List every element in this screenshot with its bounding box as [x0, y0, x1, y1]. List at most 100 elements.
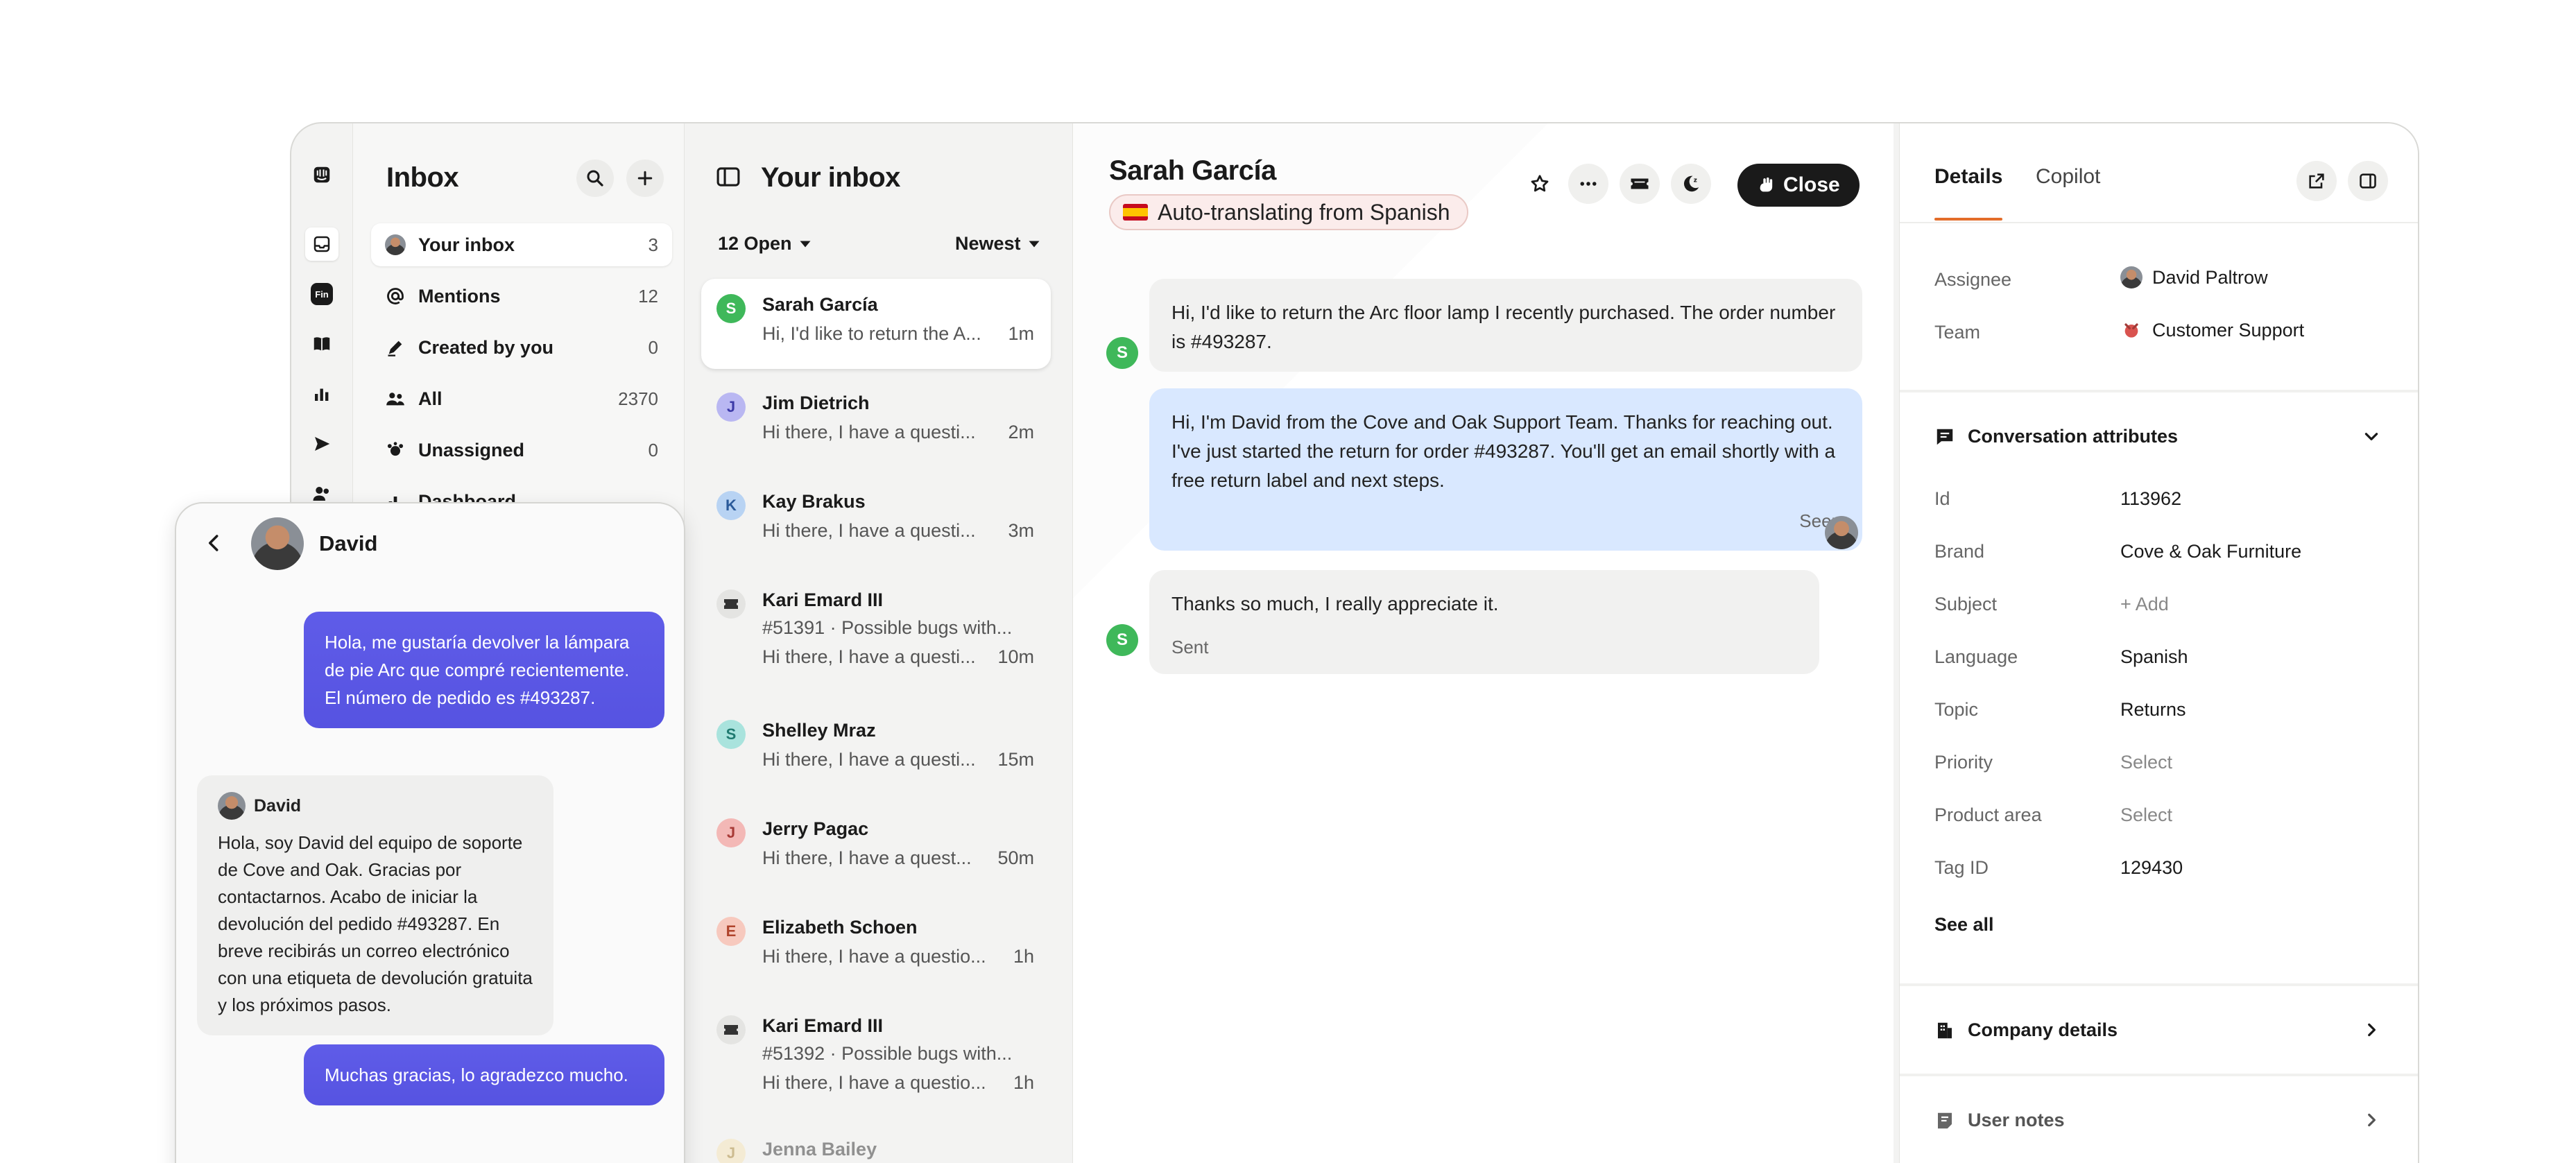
nav-unassigned[interactable]: Unassigned 0: [371, 429, 672, 472]
message-sender: David: [218, 792, 533, 820]
attribute-value[interactable]: 129430: [2120, 857, 2183, 879]
conversation-list: Your inbox 12 Open Newest S Sarah García…: [684, 123, 1067, 1163]
attribute-value[interactable]: Select: [2120, 752, 2172, 773]
snooze-button[interactable]: z: [1671, 164, 1711, 204]
assignee-value[interactable]: David Paltrow: [2120, 266, 2268, 288]
conversation-time: 3m: [1008, 520, 1034, 541]
reports-icon[interactable]: [309, 381, 334, 406]
conversation-item[interactable]: Kari Emard III #51391 · Possible bugs wi…: [701, 574, 1051, 692]
contact-avatar: S: [716, 720, 746, 749]
logo-icon[interactable]: [309, 162, 334, 187]
conversation-preview: Hi there, I have a questi...: [762, 749, 976, 770]
chevron-right-icon[interactable]: [2362, 1021, 2380, 1039]
spain-flag-icon: [1123, 204, 1148, 221]
assignee-avatar: [2120, 266, 2143, 288]
tab-copilot[interactable]: Copilot: [2036, 165, 2100, 189]
conversation-preview: Hi there, I have a questio...: [762, 946, 986, 967]
ticket-button[interactable]: [1620, 164, 1660, 204]
fin-icon[interactable]: Fin: [309, 282, 334, 307]
book-icon[interactable]: [309, 331, 334, 356]
user-message: Hola, me gustaría devolver la lámpara de…: [304, 612, 664, 728]
attribute-label: Brand: [1934, 541, 1985, 562]
nav-mentions[interactable]: Mentions 12: [371, 275, 672, 318]
conversation-time: 1m: [1008, 323, 1034, 344]
conversation-item[interactable]: J Jim Dietrich Hi there, I have a questi…: [701, 377, 1051, 467]
close-hand-icon: [1760, 177, 1773, 192]
conversation-ticket: #51392 · Possible bugs with...: [762, 1043, 1013, 1064]
back-arrow-icon[interactable]: [204, 533, 225, 553]
sort-label: Newest: [955, 233, 1021, 254]
divider: [1900, 222, 2418, 223]
team-emoji-icon: [2124, 323, 2138, 338]
conversation-item[interactable]: E Elizabeth Schoen Hi there, I have a qu…: [701, 902, 1051, 992]
see-all-link[interactable]: See all: [1934, 914, 1994, 936]
sort-dropdown[interactable]: Newest: [955, 233, 1040, 255]
attribute-label: Priority: [1934, 752, 1993, 773]
conversation-item[interactable]: J Jenna Bailey: [701, 1129, 1051, 1163]
message-text: Thanks so much, I really appreciate it.: [1171, 593, 1499, 614]
conversation-item[interactable]: S Sarah García Hi, I'd like to return th…: [701, 279, 1051, 369]
conversation-name: Jim Dietrich: [762, 393, 870, 413]
ticket-icon: [716, 1015, 746, 1044]
attribute-value[interactable]: 113962: [2120, 488, 2181, 510]
chevron-down-icon[interactable]: [2362, 427, 2380, 445]
conversation-attributes-header[interactable]: Conversation attributes: [1934, 426, 2178, 447]
section-title: User notes: [1968, 1110, 2065, 1130]
conversation-name: Kari Emard III: [762, 1015, 884, 1036]
translation-badge[interactable]: Auto-translating from Spanish: [1109, 194, 1468, 230]
sender-avatar: [218, 792, 246, 820]
messenger-agent-name: David: [319, 531, 378, 555]
close-conversation-button[interactable]: Close: [1737, 164, 1860, 207]
conversation-name: Jenna Bailey: [762, 1139, 877, 1160]
nav-all[interactable]: All 2370: [371, 377, 672, 420]
open-filter[interactable]: 12 Open: [718, 233, 812, 255]
conversation-item[interactable]: J Jerry Pagac Hi there, I have a quest..…: [701, 803, 1051, 893]
tab-details[interactable]: Details: [1934, 165, 2002, 189]
conversation-item[interactable]: K Kay Brakus Hi there, I have a questi..…: [701, 476, 1051, 566]
chevron-right-icon[interactable]: [2362, 1111, 2380, 1129]
more-button[interactable]: [1568, 164, 1608, 204]
star-button[interactable]: [1520, 164, 1560, 204]
attribute-value[interactable]: Spanish: [2120, 646, 2188, 668]
section-title: Company details: [1968, 1019, 2118, 1040]
attribute-value[interactable]: Returns: [2120, 699, 2186, 721]
inbox-icon[interactable]: [305, 227, 338, 261]
nav-label: All: [418, 388, 443, 409]
more-icon: [1580, 182, 1597, 186]
chat-icon: [1937, 429, 1953, 445]
nav-label: Mentions: [418, 285, 501, 307]
conversation-item[interactable]: Kari Emard III #51392 · Possible bugs wi…: [701, 1000, 1051, 1118]
attribute-value[interactable]: Select: [2120, 804, 2172, 826]
conversation-time: 1h: [1013, 946, 1034, 967]
customer-message: Hi, I'd like to return the Arc floor lam…: [1149, 279, 1862, 372]
attribute-value[interactable]: Cove & Oak Furniture: [2120, 541, 2301, 562]
customer-message: Thanks so much, I really appreciate it. …: [1149, 570, 1819, 674]
nav-created-by-you[interactable]: Created by you 0: [371, 326, 672, 369]
team-value[interactable]: Customer Support: [2120, 319, 2304, 341]
contact-avatar: J: [716, 393, 746, 422]
nav-your-inbox[interactable]: Your inbox 3: [371, 223, 672, 266]
contact-avatar: J: [716, 818, 746, 847]
search-button[interactable]: [576, 160, 614, 197]
conversation-title: Sarah García: [1109, 155, 1276, 186]
attribute-label: Subject: [1934, 594, 1998, 614]
message-status: Sent: [1171, 637, 1209, 657]
sidebar-toggle-icon[interactable]: [716, 166, 740, 187]
open-external-button[interactable]: [2296, 161, 2337, 201]
company-details-header[interactable]: Company details: [1934, 1019, 2118, 1041]
conversation-ticket: #51391 · Possible bugs with...: [762, 617, 1013, 638]
attribute-label: Id: [1934, 488, 1950, 509]
user-notes-header[interactable]: User notes: [1934, 1110, 2065, 1131]
attribute-label: Tag ID: [1934, 857, 1989, 878]
conversation-item[interactable]: S Shelley Mraz Hi there, I have a questi…: [701, 705, 1051, 795]
attribute-value[interactable]: + Add: [2120, 594, 2169, 615]
toggle-panel-button[interactable]: [2348, 161, 2388, 201]
ticket-icon: [716, 589, 746, 619]
outbound-icon[interactable]: [309, 431, 334, 456]
caret-down-icon: [1029, 241, 1040, 247]
new-button[interactable]: [626, 160, 664, 197]
people-icon: [385, 388, 406, 409]
nav-count: 0: [648, 439, 658, 460]
details-panel: Details Copilot Assignee David Paltrow T…: [1899, 123, 2418, 1163]
agent-avatar: [251, 517, 304, 570]
